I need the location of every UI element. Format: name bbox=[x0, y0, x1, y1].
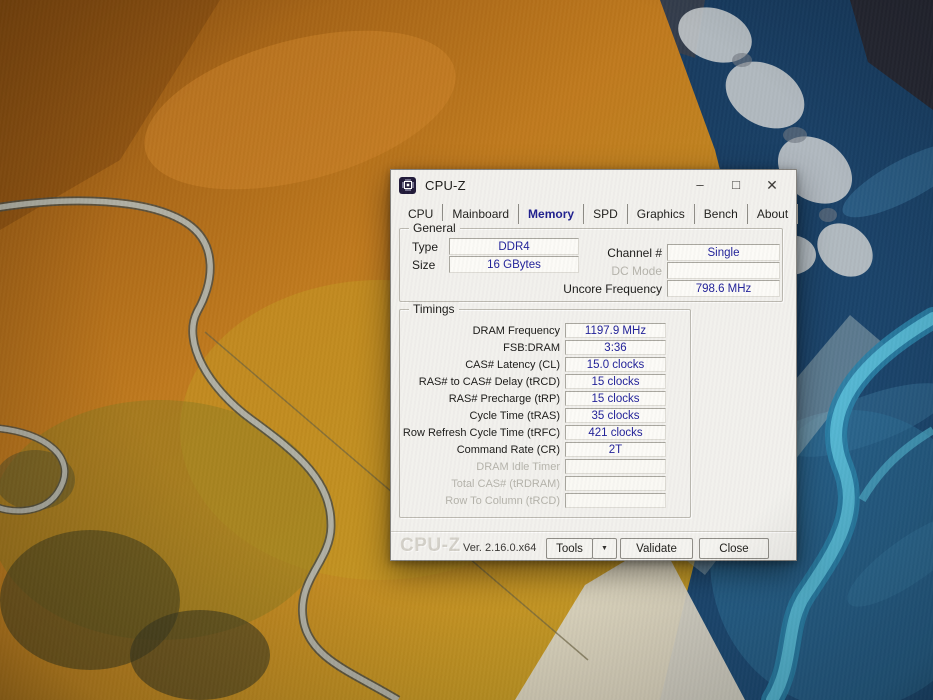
cpuz-window: CPU-Z – □ ✕ CPU Mainboard Memory SPD Gra… bbox=[390, 169, 799, 561]
row-to-column-field bbox=[565, 493, 666, 508]
close-icon[interactable]: ✕ bbox=[754, 173, 790, 197]
command-rate-field[interactable]: 2T bbox=[565, 442, 666, 457]
timing-row-row-refresh-cycle: Row Refresh Cycle Time (tRFC) 421 clocks bbox=[400, 424, 690, 441]
maximize-button[interactable]: □ bbox=[718, 173, 754, 197]
timing-row-total-cas: Total CAS# (tRDRAM) bbox=[400, 475, 690, 492]
uncore-frequency-label: Uncore Frequency bbox=[563, 282, 662, 296]
channel-field[interactable]: Single bbox=[667, 244, 780, 261]
minimize-button[interactable]: – bbox=[682, 173, 718, 197]
dram-frequency-field[interactable]: 1197.9 MHz bbox=[565, 323, 666, 338]
timings-rows: DRAM Frequency 1197.9 MHz FSB:DRAM 3:36 … bbox=[400, 310, 690, 509]
validate-button[interactable]: Validate bbox=[620, 538, 693, 559]
cas-latency-field[interactable]: 15.0 clocks bbox=[565, 357, 666, 372]
timing-row-ras-to-cas: RAS# to CAS# Delay (tRCD) 15 clocks bbox=[400, 373, 690, 390]
titlebar: CPU-Z – □ ✕ bbox=[391, 170, 796, 200]
timings-group: Timings DRAM Frequency 1197.9 MHz FSB:DR… bbox=[399, 302, 691, 518]
tab-about[interactable]: About bbox=[748, 204, 799, 224]
timing-row-dram-frequency: DRAM Frequency 1197.9 MHz bbox=[400, 322, 690, 339]
channel-label: Channel # bbox=[607, 246, 662, 260]
row-refresh-cycle-field[interactable]: 421 clocks bbox=[565, 425, 666, 440]
close-button[interactable]: Close bbox=[699, 538, 769, 559]
timing-row-fsb-dram: FSB:DRAM 3:36 bbox=[400, 339, 690, 356]
version-text: Ver. 2.16.0.x64 bbox=[463, 542, 537, 554]
desktop: CPU-Z – □ ✕ CPU Mainboard Memory SPD Gra… bbox=[0, 0, 933, 700]
window-title: CPU-Z bbox=[425, 177, 466, 193]
dc-mode-label: DC Mode bbox=[611, 264, 662, 278]
cpuz-watermark-logo: CPU-Z bbox=[400, 535, 461, 556]
ras-to-cas-delay-field[interactable]: 15 clocks bbox=[565, 374, 666, 389]
tab-memory[interactable]: Memory bbox=[519, 204, 585, 224]
ras-precharge-field[interactable]: 15 clocks bbox=[565, 391, 666, 406]
tools-dropdown-icon[interactable]: ▼ bbox=[592, 538, 617, 559]
timing-row-ras-precharge: RAS# Precharge (tRP) 15 clocks bbox=[400, 390, 690, 407]
tab-bench[interactable]: Bench bbox=[695, 204, 748, 224]
timing-row-command-rate: Command Rate (CR) 2T bbox=[400, 441, 690, 458]
timing-row-cas-latency: CAS# Latency (CL) 15.0 clocks bbox=[400, 356, 690, 373]
footer-divider bbox=[391, 531, 796, 532]
uncore-frequency-field[interactable]: 798.6 MHz bbox=[667, 280, 780, 297]
general-legend: General bbox=[409, 221, 460, 235]
cycle-time-field[interactable]: 35 clocks bbox=[565, 408, 666, 423]
general-group: General Type DDR4 Size 16 GBytes Channel… bbox=[399, 221, 783, 302]
type-label: Type bbox=[412, 240, 439, 254]
size-label: Size bbox=[412, 258, 436, 272]
total-cas-field bbox=[565, 476, 666, 491]
fsb-dram-field[interactable]: 3:36 bbox=[565, 340, 666, 355]
dram-idle-timer-field bbox=[565, 459, 666, 474]
window-controls: – □ ✕ bbox=[682, 173, 790, 197]
tab-spd[interactable]: SPD bbox=[584, 204, 628, 224]
timings-legend: Timings bbox=[409, 302, 459, 316]
tab-graphics[interactable]: Graphics bbox=[628, 204, 695, 224]
tools-button[interactable]: Tools bbox=[546, 538, 593, 559]
cpuz-app-icon bbox=[399, 176, 416, 194]
timing-row-dram-idle-timer: DRAM Idle Timer bbox=[400, 458, 690, 475]
dc-mode-field bbox=[667, 262, 780, 279]
timing-row-cycle-time: Cycle Time (tRAS) 35 clocks bbox=[400, 407, 690, 424]
timing-row-row-to-column: Row To Column (tRCD) bbox=[400, 492, 690, 509]
